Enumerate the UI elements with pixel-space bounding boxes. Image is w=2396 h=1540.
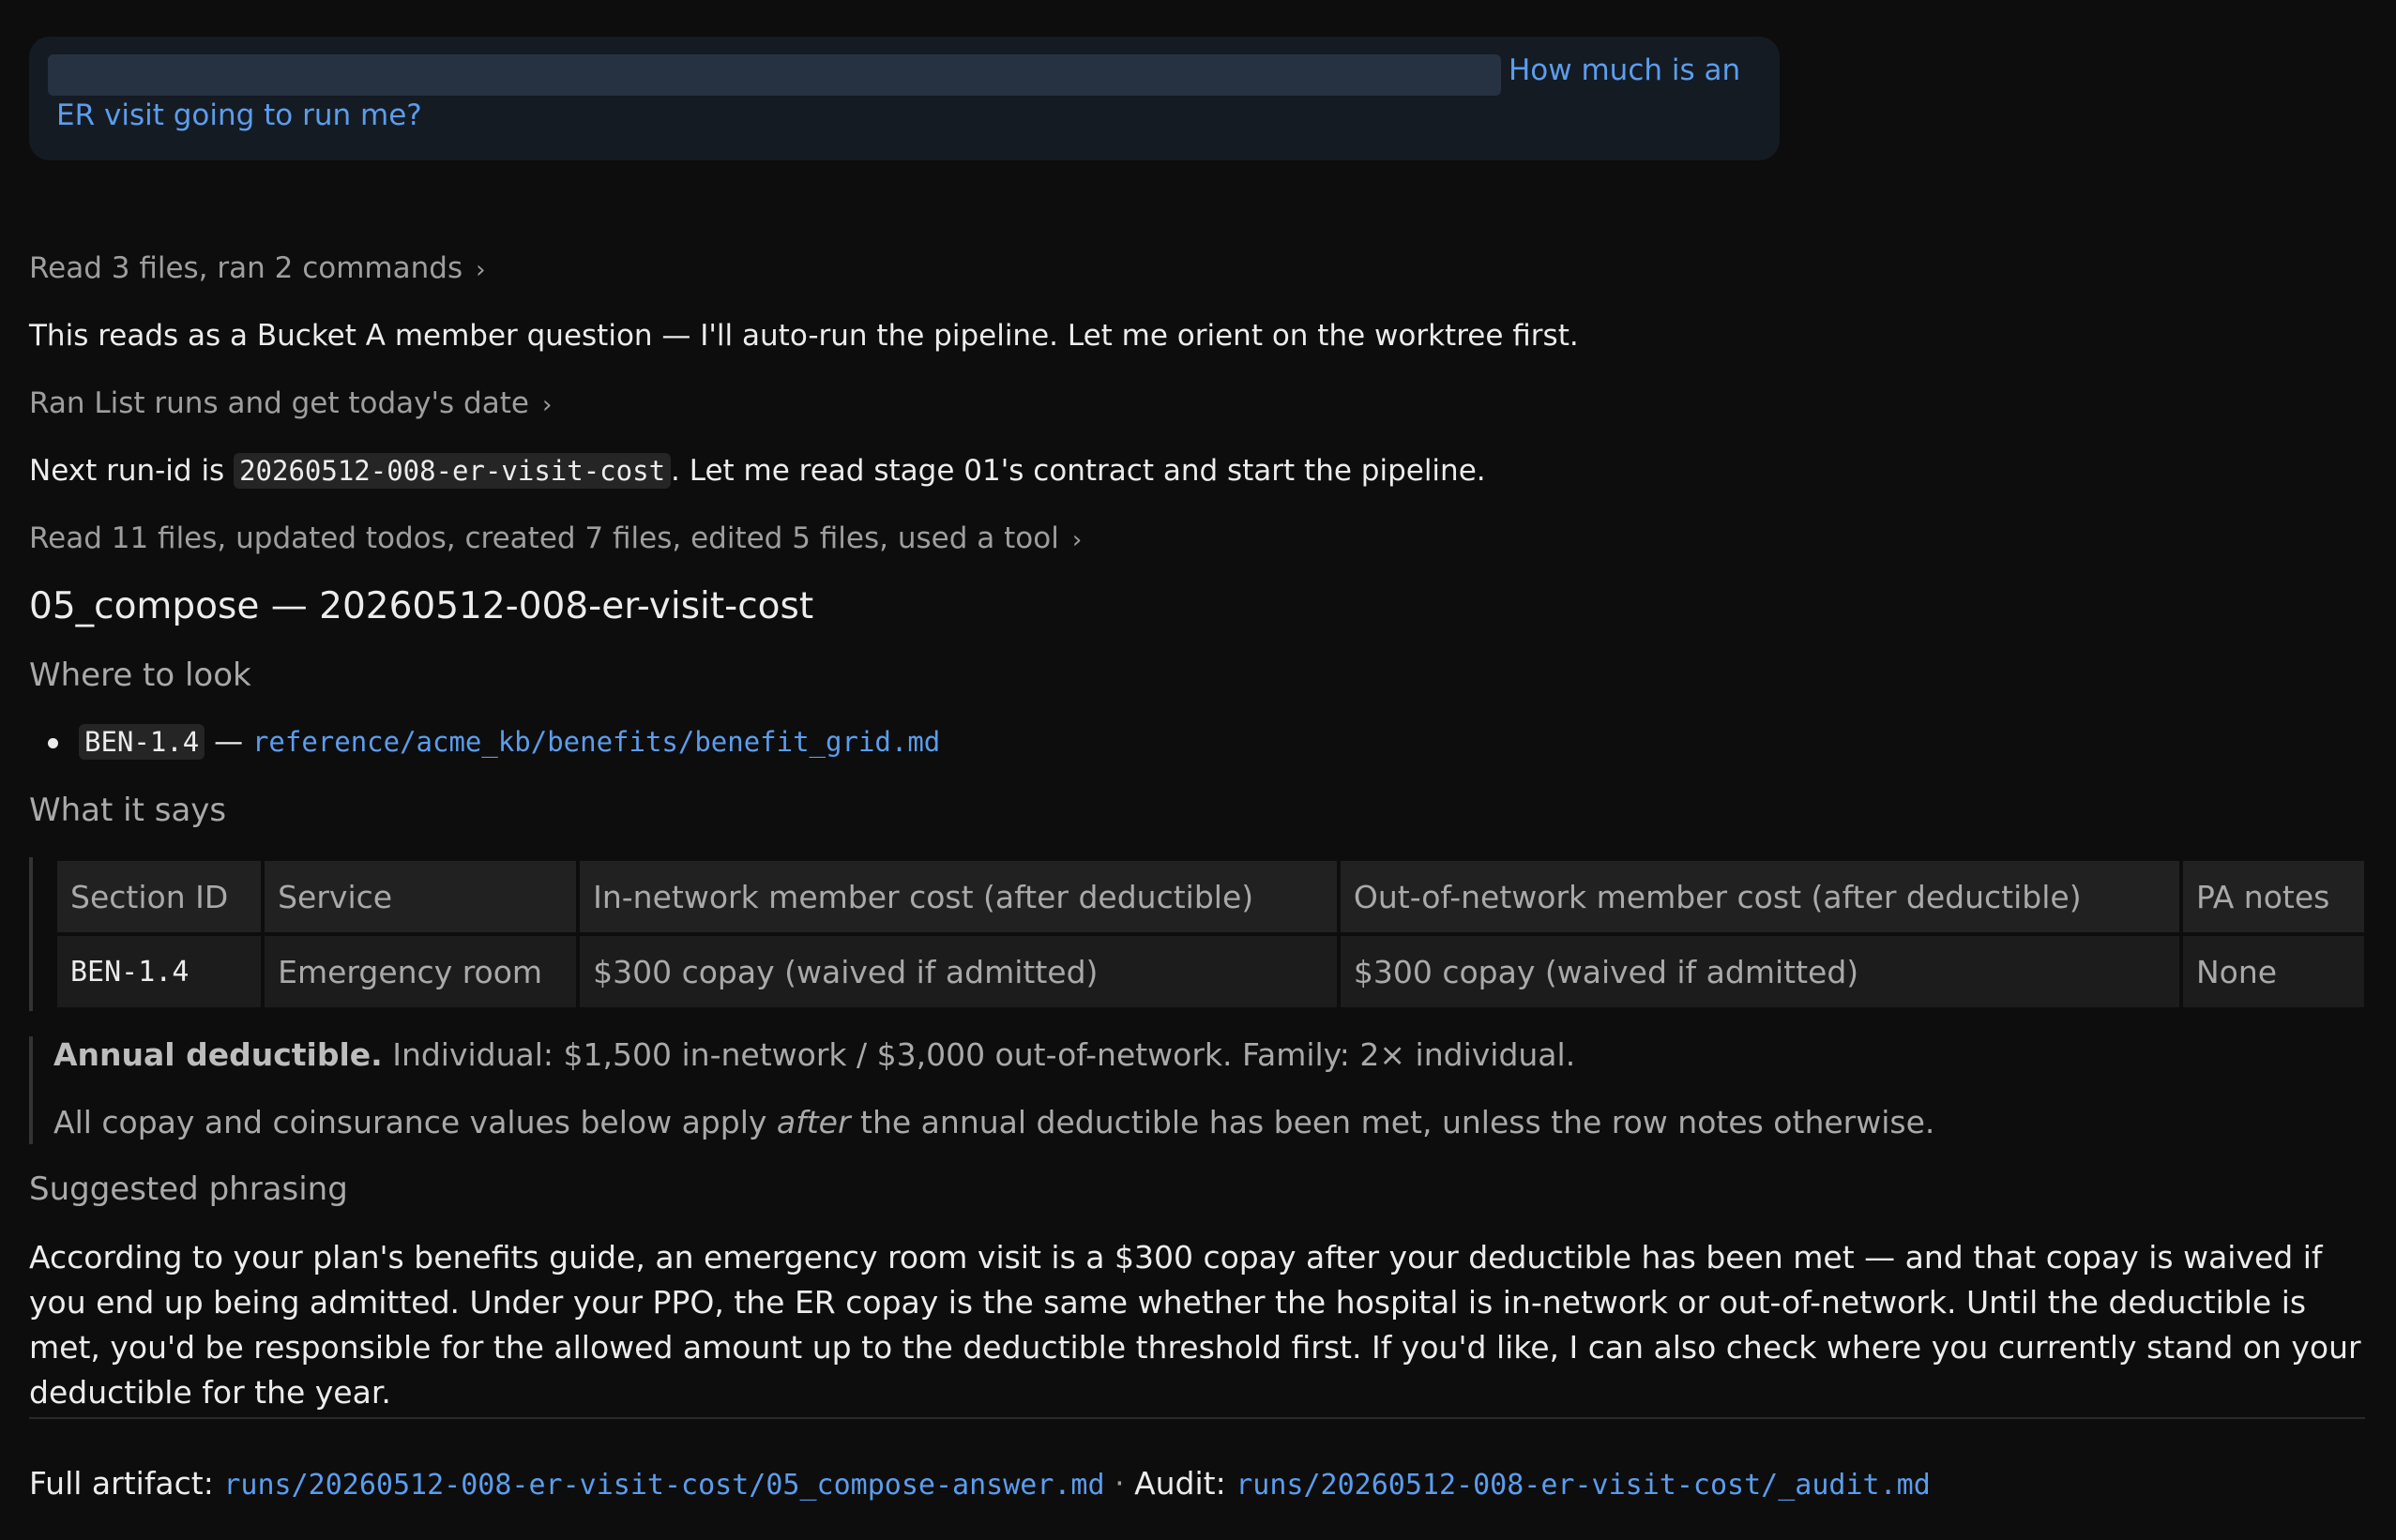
run-id-code: 20260512-008-er-visit-cost xyxy=(234,453,672,489)
list-item: BEN-1.4 — reference/acme_kb/benefits/ben… xyxy=(29,724,940,760)
table-row: BEN-1.4 Emergency room $300 copay (waive… xyxy=(57,936,2364,1007)
where-to-look-heading: Where to look xyxy=(29,657,251,694)
tool-summary-3[interactable]: Read 11 files, updated todos, created 7 … xyxy=(29,521,1082,555)
column-header: In-network member cost (after deductible… xyxy=(580,861,1337,932)
what-it-says-heading: What it says xyxy=(29,792,227,829)
column-header: Out-of-network member cost (after deduct… xyxy=(1340,861,2179,932)
deductible-note: Annual deductible. Individual: $1,500 in… xyxy=(53,1036,1575,1073)
chevron-right-icon: › xyxy=(476,256,486,284)
audit-path-link[interactable]: runs/20260512-008-er-visit-cost/_audit.m… xyxy=(1236,1469,1931,1502)
tool-summary-1-label: Read 3 files, ran 2 commands xyxy=(29,251,463,285)
artifact-label: Full artifact: xyxy=(29,1465,214,1502)
section-id-code: BEN-1.4 xyxy=(79,724,205,760)
chat-transcript: How much is an ER visit going to run me?… xyxy=(0,0,2396,1540)
table-cell: None xyxy=(2182,936,2364,1007)
bullet-icon xyxy=(48,738,58,748)
suggested-phrasing-text: According to your plan's benefits guide,… xyxy=(29,1239,2361,1411)
separator: · xyxy=(1115,1465,1125,1502)
copay-note-pre: All copay and coinsurance values below a… xyxy=(53,1104,777,1140)
assistant-text-1: This reads as a Bucket A member question… xyxy=(29,319,1579,353)
separator: — xyxy=(214,725,244,759)
assistant-text-2-suffix: . Let me read stage 01's contract and st… xyxy=(671,454,1486,488)
user-message-bubble: How much is an ER visit going to run me? xyxy=(29,37,1780,160)
tool-summary-3-label: Read 11 files, updated todos, created 7 … xyxy=(29,521,1059,555)
suggested-phrasing-heading: Suggested phrasing xyxy=(29,1170,348,1208)
benefit-table-block: Section ID Service In-network member cos… xyxy=(29,857,2368,1011)
table-cell: $300 copay (waived if admitted) xyxy=(1340,936,2179,1007)
answer-title: 05_compose — 20260512-008-er-visit-cost xyxy=(29,585,814,627)
file-path-link[interactable]: reference/acme_kb/benefits/benefit_grid.… xyxy=(252,726,940,758)
divider xyxy=(29,1417,2365,1419)
column-header: Section ID xyxy=(57,861,262,932)
blockquote: Annual deductible. Individual: $1,500 in… xyxy=(29,1036,2356,1144)
copay-note-emphasis: after xyxy=(776,1104,851,1140)
column-header: PA notes xyxy=(2182,861,2364,932)
table-cell: $300 copay (waived if admitted) xyxy=(580,936,1337,1007)
user-message-line-2[interactable]: ER visit going to run me? xyxy=(56,98,422,132)
tool-summary-2[interactable]: Ran List runs and get today's date › xyxy=(29,386,552,420)
chevron-right-icon: › xyxy=(1071,526,1083,554)
audit-label: Audit: xyxy=(1134,1465,1226,1502)
redacted-text xyxy=(48,54,1501,96)
user-message-line-1[interactable]: How much is an xyxy=(1509,53,1740,87)
assistant-text-2: Next run-id is 20260512-008-er-visit-cos… xyxy=(29,453,1486,489)
table-cell: Emergency room xyxy=(265,936,577,1007)
tool-summary-2-label: Ran List runs and get today's date xyxy=(29,386,529,420)
artifact-path-link[interactable]: runs/20260512-008-er-visit-cost/05_compo… xyxy=(223,1469,1104,1502)
table-cell: BEN-1.4 xyxy=(57,936,262,1007)
assistant-text-2-prefix: Next run-id is xyxy=(29,454,225,488)
column-header: Service xyxy=(265,861,577,932)
table-header-row: Section ID Service In-network member cos… xyxy=(57,861,2364,932)
copay-note-post: the annual deductible has been met, unle… xyxy=(850,1104,1935,1140)
deductible-label: Annual deductible. xyxy=(53,1036,383,1073)
benefit-table: Section ID Service In-network member cos… xyxy=(53,857,2368,1011)
tool-summary-1[interactable]: Read 3 files, ran 2 commands › xyxy=(29,251,486,285)
copay-note: All copay and coinsurance values below a… xyxy=(53,1104,1934,1140)
chevron-right-icon: › xyxy=(541,391,553,419)
deductible-detail: Individual: $1,500 in-network / $3,000 o… xyxy=(382,1036,1576,1073)
artifact-footer: Full artifact: runs/20260512-008-er-visi… xyxy=(29,1465,1931,1502)
